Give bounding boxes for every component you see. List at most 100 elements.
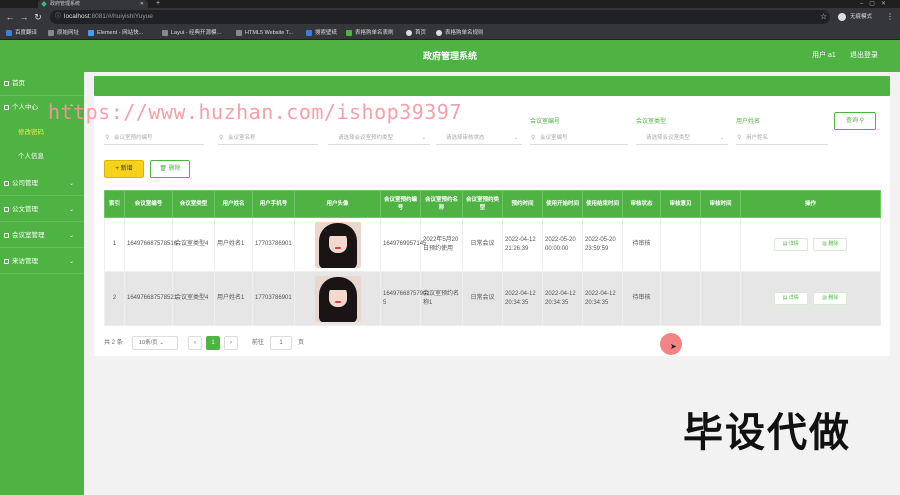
cell-review-time [700,271,741,326]
bulk-delete-button[interactable]: 🗑 删除 [150,160,190,178]
new-tab-icon[interactable]: + [156,0,160,8]
folder-icon [48,30,54,36]
page-number-current[interactable]: 1 [206,336,220,350]
table-row[interactable]: 2 164976687578521 会议室类型4 用户姓名1 177037869… [104,271,881,326]
col-header: 会议室预约类型 [462,190,503,218]
bookmark-star-icon[interactable]: ☆ [820,11,827,23]
bookmark-item[interactable]: 原始网址 [48,26,79,40]
app-title: 政府管理系统 [422,51,477,61]
cell-room-type: 会议室类型4 [172,217,215,272]
window-controls[interactable]: –▢✕ [860,0,892,8]
sidebar-item-visitors[interactable]: 来访管理 ⌄ [0,250,84,274]
bookmark-item[interactable]: 表格购单名表刷 [346,26,394,40]
bookmark-item[interactable]: 首页 [406,26,426,40]
profile-name: 无痕模式 [850,14,873,20]
col-header: 审核意见 [660,190,701,218]
table-header-row: 索引 会议室编号 会议室类型 用户姓名 用户手机号 用户头像 会议室预约编号 会… [104,190,881,218]
booking-list-card: 会议室编号 会议室类型 用户姓名 ⚲ 会议室预约编号 ⚲ 会议室名称 请选择会议室预… [94,96,890,356]
translate-icon [6,30,12,36]
col-header: 预约时间 [502,190,543,218]
room-name-input[interactable]: ⚲ 会议室名称 [218,131,318,145]
goto-label: 前往 [252,340,265,346]
incognito-icon [838,13,846,21]
wallpaper-icon [306,30,312,36]
profile-button[interactable]: 无痕模式 [838,11,872,23]
bookmark-item[interactable]: 搜索壁纸 [306,26,337,40]
booking-no-input[interactable]: ⚲ 会议室预约编号 [104,131,204,145]
app-header: 政府管理系统 用户 a1 退出登录 [0,40,900,72]
col-header: 会议室类型 [172,190,215,218]
cell-avatar [294,271,381,326]
user-name-input[interactable]: ⚲ 用户姓名 [736,131,828,145]
detail-button[interactable]: ▤ 详情 [773,292,808,305]
col-header: 用户姓名 [214,190,253,218]
sidebar-item-personal-info[interactable]: 个人信息 [0,146,84,168]
cell-review-time [700,217,741,272]
filter-label-room-no: 会议室编号 [530,119,561,125]
breadcrumb-bar [94,76,890,96]
building-icon [4,181,9,186]
chevron-down-icon: ⌄ [159,340,164,346]
cell-booking-name: 2022年5月20日预约使用 [420,217,463,272]
sidebar-item-home[interactable]: 首页 [0,72,84,96]
forward-icon[interactable]: → [18,11,30,23]
room-no-input[interactable]: ⚲ 会议室编号 [530,131,628,145]
visitor-icon [4,259,9,264]
delete-button[interactable]: ▥ 删除 [813,238,848,251]
col-header: 索引 [104,190,125,218]
cell-booking-name: 会议室预约名称1 [420,271,463,326]
avatar [314,221,361,268]
page-unit-label: 页 [298,340,305,346]
booking-type-select[interactable]: 请选择会议室预约类型 ⌄ [328,131,430,145]
prev-page-button[interactable]: ‹ [188,336,202,350]
add-button[interactable]: + 新增 [104,160,144,178]
sidebar-item-change-password[interactable]: 修改密码 [0,122,84,144]
cell-phone: 17703786901 [252,271,295,326]
bookmark-item[interactable]: 表格购单名规则 [436,26,484,40]
bookmark-item[interactable]: Element - 网站快... [88,26,143,40]
page-size-select[interactable]: 10条/页 ⌄ [132,336,178,350]
query-button[interactable]: 查询 ⚲ [834,112,876,130]
col-header: 会议室编号 [124,190,173,218]
back-icon[interactable]: ← [4,11,16,23]
browser-menu-icon[interactable]: ⋮ [886,11,894,23]
document-icon [4,207,9,212]
sidebar-item-meeting-room[interactable]: 会议室管理 ⌄ [0,224,84,248]
cell-actions: ▤ 详情 ▥ 删除 [740,271,881,326]
room-type-select[interactable]: 请选择会议室类型 ⌄ [636,131,728,145]
cell-booked-at: 2022-04-12 20:34:35 [502,271,543,326]
cell-room-type: 会议室类型4 [172,271,215,326]
avatar [314,275,361,322]
search-icon: ⚲ [219,135,224,141]
promo-caption: 毕设代做 [683,411,851,455]
bookmark-item[interactable]: HTML5 Website T... [236,26,293,40]
url-input[interactable]: ⓘ localhost:8081/#/huiyishiYuyue [50,10,830,24]
chevron-down-icon: ⌄ [68,207,74,213]
bookmark-item[interactable]: 百度翻译 [6,26,37,40]
sidebar-item-documents[interactable]: 公文管理 ⌄ [0,198,84,222]
goto-page-input[interactable]: 1 [270,336,292,350]
review-status-select[interactable]: 请选择审核状态 ⌄ [436,131,522,145]
cell-phone: 17703786901 [252,217,295,272]
page-icon [162,30,168,36]
search-icon: ⚲ [737,135,742,141]
table-row[interactable]: 1 164976687578516 会议室类型4 用户姓名1 177037869… [104,217,881,272]
detail-button[interactable]: ▤ 详情 [773,238,808,251]
reload-icon[interactable]: ↻ [32,11,44,23]
cell-booking-type: 日常会议 [462,217,503,272]
browser-tab[interactable]: 政府管理系统 ✕ [38,0,148,8]
cell-opinion [660,271,701,326]
logout-link[interactable]: 退出登录 [850,40,878,72]
cell-room-no: 164976687578521 [124,271,177,326]
chevron-down-icon: ⌄ [68,181,74,187]
next-page-button[interactable]: › [224,336,238,350]
sidebar-item-company[interactable]: 公司管理 ⌄ [0,172,84,196]
element-icon [88,30,94,36]
cell-user-name: 用户姓名1 [214,217,253,272]
detail-icon: ▤ [782,241,788,247]
close-tab-icon[interactable]: ✕ [140,0,144,8]
bookmark-item[interactable]: Layui - 经典开源模... [162,26,221,40]
trash-icon: ▥ [822,295,827,301]
delete-button[interactable]: ▥ 删除 [813,292,848,305]
cell-end: 2022-04-12 20:34:35 [582,271,623,326]
